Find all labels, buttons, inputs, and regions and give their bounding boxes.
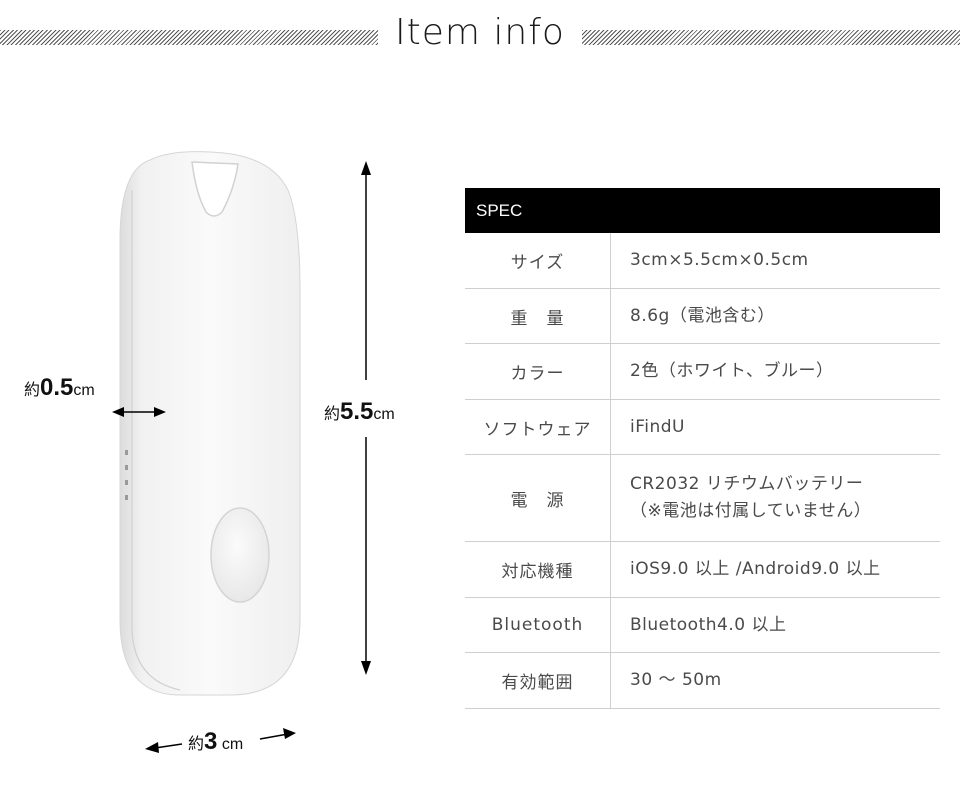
spec-value-line: Bluetooth4.0 以上 xyxy=(630,614,787,635)
spec-value-line: 3cm×5.5cm×0.5cm xyxy=(630,250,809,270)
spec-value: 2色（ホワイト、ブルー） xyxy=(611,344,940,399)
spec-value-line: CR2032 リチウムバッテリー xyxy=(630,474,864,494)
spec-row: 重 量 8.6g（電池含む） xyxy=(465,289,940,344)
spec-value: iOS9.0 以上 /Android9.0 以上 xyxy=(611,542,940,597)
spec-value-line: iFindU xyxy=(630,416,685,437)
spec-value: 30 ～ 50m xyxy=(611,653,940,708)
spec-label: 対応機種 xyxy=(465,542,611,597)
spec-value: 8.6g（電池含む） xyxy=(611,289,940,343)
spec-row: ソフトウェア iFindU xyxy=(465,400,940,455)
spec-row: 電 源 CR2032 リチウムバッテリー （※電池は付属していません） xyxy=(465,455,940,542)
spec-table: SPEC サイズ 3cm×5.5cm×0.5cm 重 量 8.6g（電池含む） カラー 2… xyxy=(465,188,940,709)
spec-value: Bluetooth4.0 以上 xyxy=(611,598,940,652)
spec-label: カラー xyxy=(465,344,611,399)
depth-arrow xyxy=(112,407,166,417)
height-dimension-label: 約5.5cm xyxy=(324,398,395,425)
spec-value-line: （※電池は付属していません） xyxy=(630,501,872,521)
spec-row: 対応機種 iOS9.0 以上 /Android9.0 以上 xyxy=(465,542,940,598)
spec-value-line: 30 ～ 50m xyxy=(630,670,722,690)
spec-row: カラー 2色（ホワイト、ブルー） xyxy=(465,344,940,400)
spec-table-header: SPEC xyxy=(465,188,940,233)
width-dimension-label: 約3 cm xyxy=(188,728,244,755)
spec-label: ソフトウェア xyxy=(465,400,611,454)
spec-row: 有効範囲 30 ～ 50m xyxy=(465,653,940,709)
spec-value: CR2032 リチウムバッテリー （※電池は付属していません） xyxy=(611,455,940,541)
spec-value-line: 2色（ホワイト、ブルー） xyxy=(630,361,834,381)
spec-label: 有効範囲 xyxy=(465,653,611,708)
spec-row: サイズ 3cm×5.5cm×0.5cm xyxy=(465,233,940,289)
spec-value-line: iOS9.0 以上 /Android9.0 以上 xyxy=(630,559,881,579)
spec-label: 重 量 xyxy=(465,289,611,343)
spec-value: iFindU xyxy=(611,400,940,454)
spec-value-line: 8.6g（電池含む） xyxy=(630,305,775,326)
spec-label: Bluetooth xyxy=(465,598,611,652)
depth-dimension-label: 約0.5cm xyxy=(24,374,95,401)
spec-label: 電 源 xyxy=(465,455,611,541)
spec-row: Bluetooth Bluetooth4.0 以上 xyxy=(465,598,940,653)
spec-label: サイズ xyxy=(465,233,611,288)
spec-value: 3cm×5.5cm×0.5cm xyxy=(611,233,940,288)
